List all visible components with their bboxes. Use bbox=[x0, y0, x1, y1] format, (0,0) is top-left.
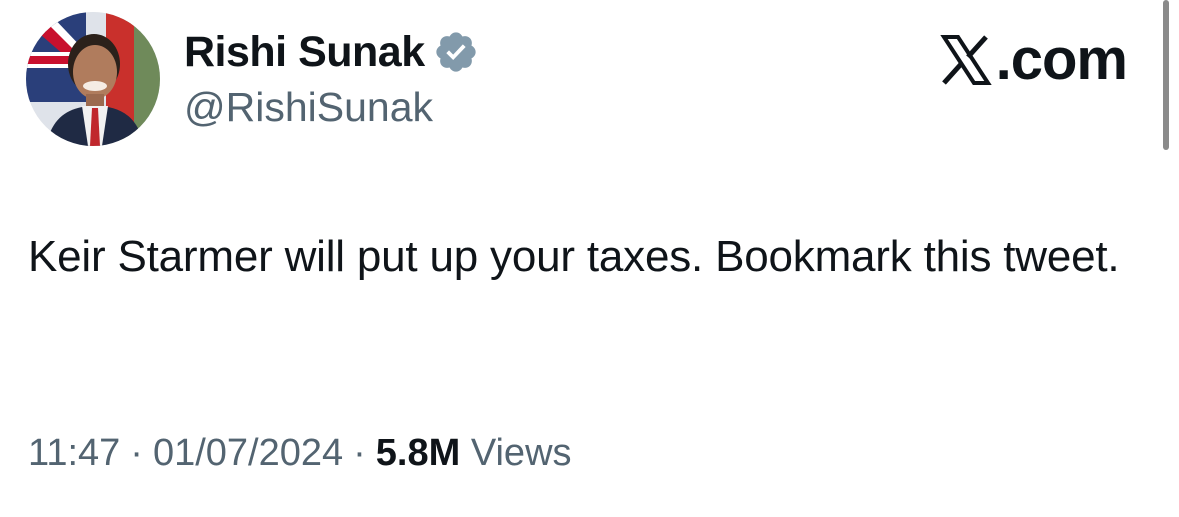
tweet-time[interactable]: 11:47 bbox=[28, 432, 120, 475]
author-display-name[interactable]: Rishi Sunak bbox=[184, 28, 425, 77]
meta-separator: · bbox=[130, 432, 143, 474]
author-identity: Rishi Sunak @RishiSunak bbox=[184, 24, 479, 131]
author-handle[interactable]: @RishiSunak bbox=[184, 84, 479, 131]
views-spacer bbox=[460, 432, 471, 475]
scrollbar[interactable] bbox=[1163, 0, 1169, 150]
name-row: Rishi Sunak bbox=[184, 24, 479, 80]
views-label: Views bbox=[470, 432, 572, 474]
tweet-text: Keir Starmer will put up your taxes. Boo… bbox=[28, 232, 1120, 281]
verified-badge-icon bbox=[433, 29, 479, 75]
tweet-date[interactable]: 01/07/2024 bbox=[153, 432, 343, 475]
meta-separator: · bbox=[353, 432, 366, 474]
avatar[interactable] bbox=[26, 12, 160, 146]
brand-label: .com bbox=[995, 27, 1128, 92]
x-logo-icon bbox=[939, 33, 992, 87]
tweet-meta: 11:47 · 01/07/2024 · 5.8M Views bbox=[28, 432, 572, 475]
brand-watermark: .com bbox=[939, 26, 1128, 93]
views-count: 5.8M bbox=[375, 432, 461, 474]
avatar-image bbox=[26, 12, 160, 146]
tweet-card: Rishi Sunak @RishiSunak .com Keir Starme… bbox=[0, 0, 1179, 517]
